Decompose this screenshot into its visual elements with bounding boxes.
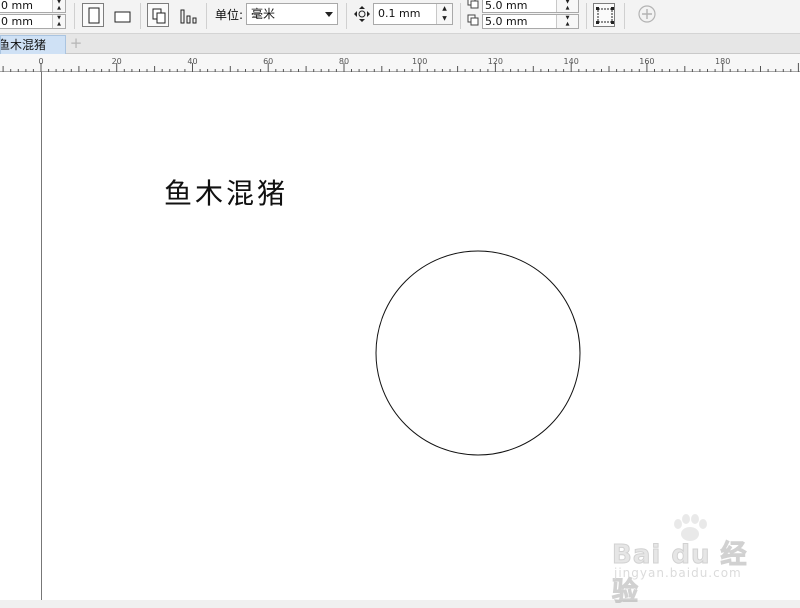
page-height-spinner[interactable]: ▼ ▲ bbox=[52, 15, 65, 28]
portrait-button[interactable] bbox=[82, 3, 104, 27]
page-height-value: 0 mm bbox=[1, 15, 33, 28]
duplicate-x-field[interactable]: 5.0 mm ▼ ▲ bbox=[482, 0, 579, 13]
duplicate-y-value: 5.0 mm bbox=[485, 15, 528, 28]
watermark-url: jingyan.baidu.com bbox=[614, 566, 742, 580]
page-frame-button[interactable] bbox=[593, 3, 615, 27]
page-height-field[interactable]: 0 mm ▼ ▲ bbox=[0, 14, 66, 29]
nudge-distance-field[interactable]: 0.1 mm ▲ ▼ bbox=[373, 3, 453, 25]
landscape-button[interactable] bbox=[110, 3, 132, 27]
page-width-field[interactable]: 0 mm ▼ ▲ bbox=[0, 0, 66, 13]
ruler-label: 120 bbox=[488, 57, 503, 66]
landscape-icon bbox=[114, 11, 131, 23]
nudge-icon bbox=[354, 6, 370, 22]
ruler-label: 140 bbox=[564, 57, 579, 66]
duplicate-x-spinner[interactable]: ▼ ▲ bbox=[556, 0, 578, 12]
page-width-spinner[interactable]: ▼ ▲ bbox=[52, 0, 65, 12]
all-pages-icon bbox=[152, 8, 166, 24]
ruler-label: 0 bbox=[38, 57, 43, 66]
units-label: 单位: bbox=[215, 8, 244, 22]
add-tab-button[interactable]: + bbox=[68, 36, 84, 52]
ruler-label: 100 bbox=[412, 57, 427, 66]
document-tab-label: 鱼木混猪 bbox=[0, 38, 47, 52]
page-border bbox=[41, 72, 42, 600]
current-page-button[interactable] bbox=[176, 3, 198, 27]
duplicate-x-value: 5.0 mm bbox=[485, 0, 528, 12]
page-width-value: 0 mm bbox=[1, 0, 33, 12]
toolbar-divider bbox=[140, 3, 141, 29]
ruler-label: 80 bbox=[339, 57, 349, 66]
ruler-label: 40 bbox=[187, 57, 197, 66]
duplicate-y-spinner[interactable]: ▼ ▲ bbox=[556, 15, 578, 28]
page-frame-icon bbox=[596, 7, 614, 24]
horizontal-ruler[interactable]: 0 20 40 60 80 100 120 140 160 180 bbox=[0, 54, 800, 72]
canvas-text-object[interactable]: 鱼木混猪 bbox=[164, 172, 288, 212]
ruler-label: 160 bbox=[639, 57, 654, 66]
duplicate-x-icon bbox=[467, 0, 479, 9]
toolbar-divider bbox=[74, 3, 75, 29]
circle-object[interactable] bbox=[375, 250, 581, 456]
all-pages-button[interactable] bbox=[147, 3, 169, 27]
ruler-ticks bbox=[2, 63, 799, 72]
ruler-label: 20 bbox=[112, 57, 122, 66]
units-dropdown[interactable]: 毫米 bbox=[246, 3, 338, 25]
toolbar-divider bbox=[586, 3, 587, 29]
ruler-label: 60 bbox=[263, 57, 273, 66]
toolbar-divider bbox=[346, 3, 347, 29]
ruler-scale: 0 20 40 60 80 100 120 140 160 180 bbox=[2, 57, 799, 72]
duplicate-y-field[interactable]: 5.0 mm ▼ ▲ bbox=[482, 14, 579, 29]
nudge-distance-value: 0.1 mm bbox=[378, 7, 421, 20]
toolbar-divider bbox=[206, 3, 207, 29]
toolbar-divider bbox=[624, 3, 625, 29]
chevron-down-icon bbox=[325, 12, 333, 17]
add-circle-icon[interactable] bbox=[638, 5, 656, 23]
nudge-spinner[interactable]: ▲ ▼ bbox=[436, 4, 452, 24]
portrait-icon bbox=[88, 7, 100, 24]
toolbar-divider bbox=[460, 3, 461, 29]
units-selected-value: 毫米 bbox=[251, 7, 276, 21]
ruler-label: 180 bbox=[715, 57, 730, 66]
current-page-icon bbox=[180, 9, 197, 24]
duplicate-y-icon bbox=[467, 14, 479, 26]
document-tab[interactable]: 鱼木混猪 bbox=[0, 35, 66, 54]
document-tab-strip: 鱼木混猪 + bbox=[0, 34, 800, 54]
property-bar: 0 mm ▼ ▲ 0 mm ▼ ▲ 单位: 毫米 0.1 mm ▲ ▼ 5.0 … bbox=[0, 0, 800, 34]
watermark: Bai du 经验 jingyan.baidu.com bbox=[612, 514, 772, 608]
